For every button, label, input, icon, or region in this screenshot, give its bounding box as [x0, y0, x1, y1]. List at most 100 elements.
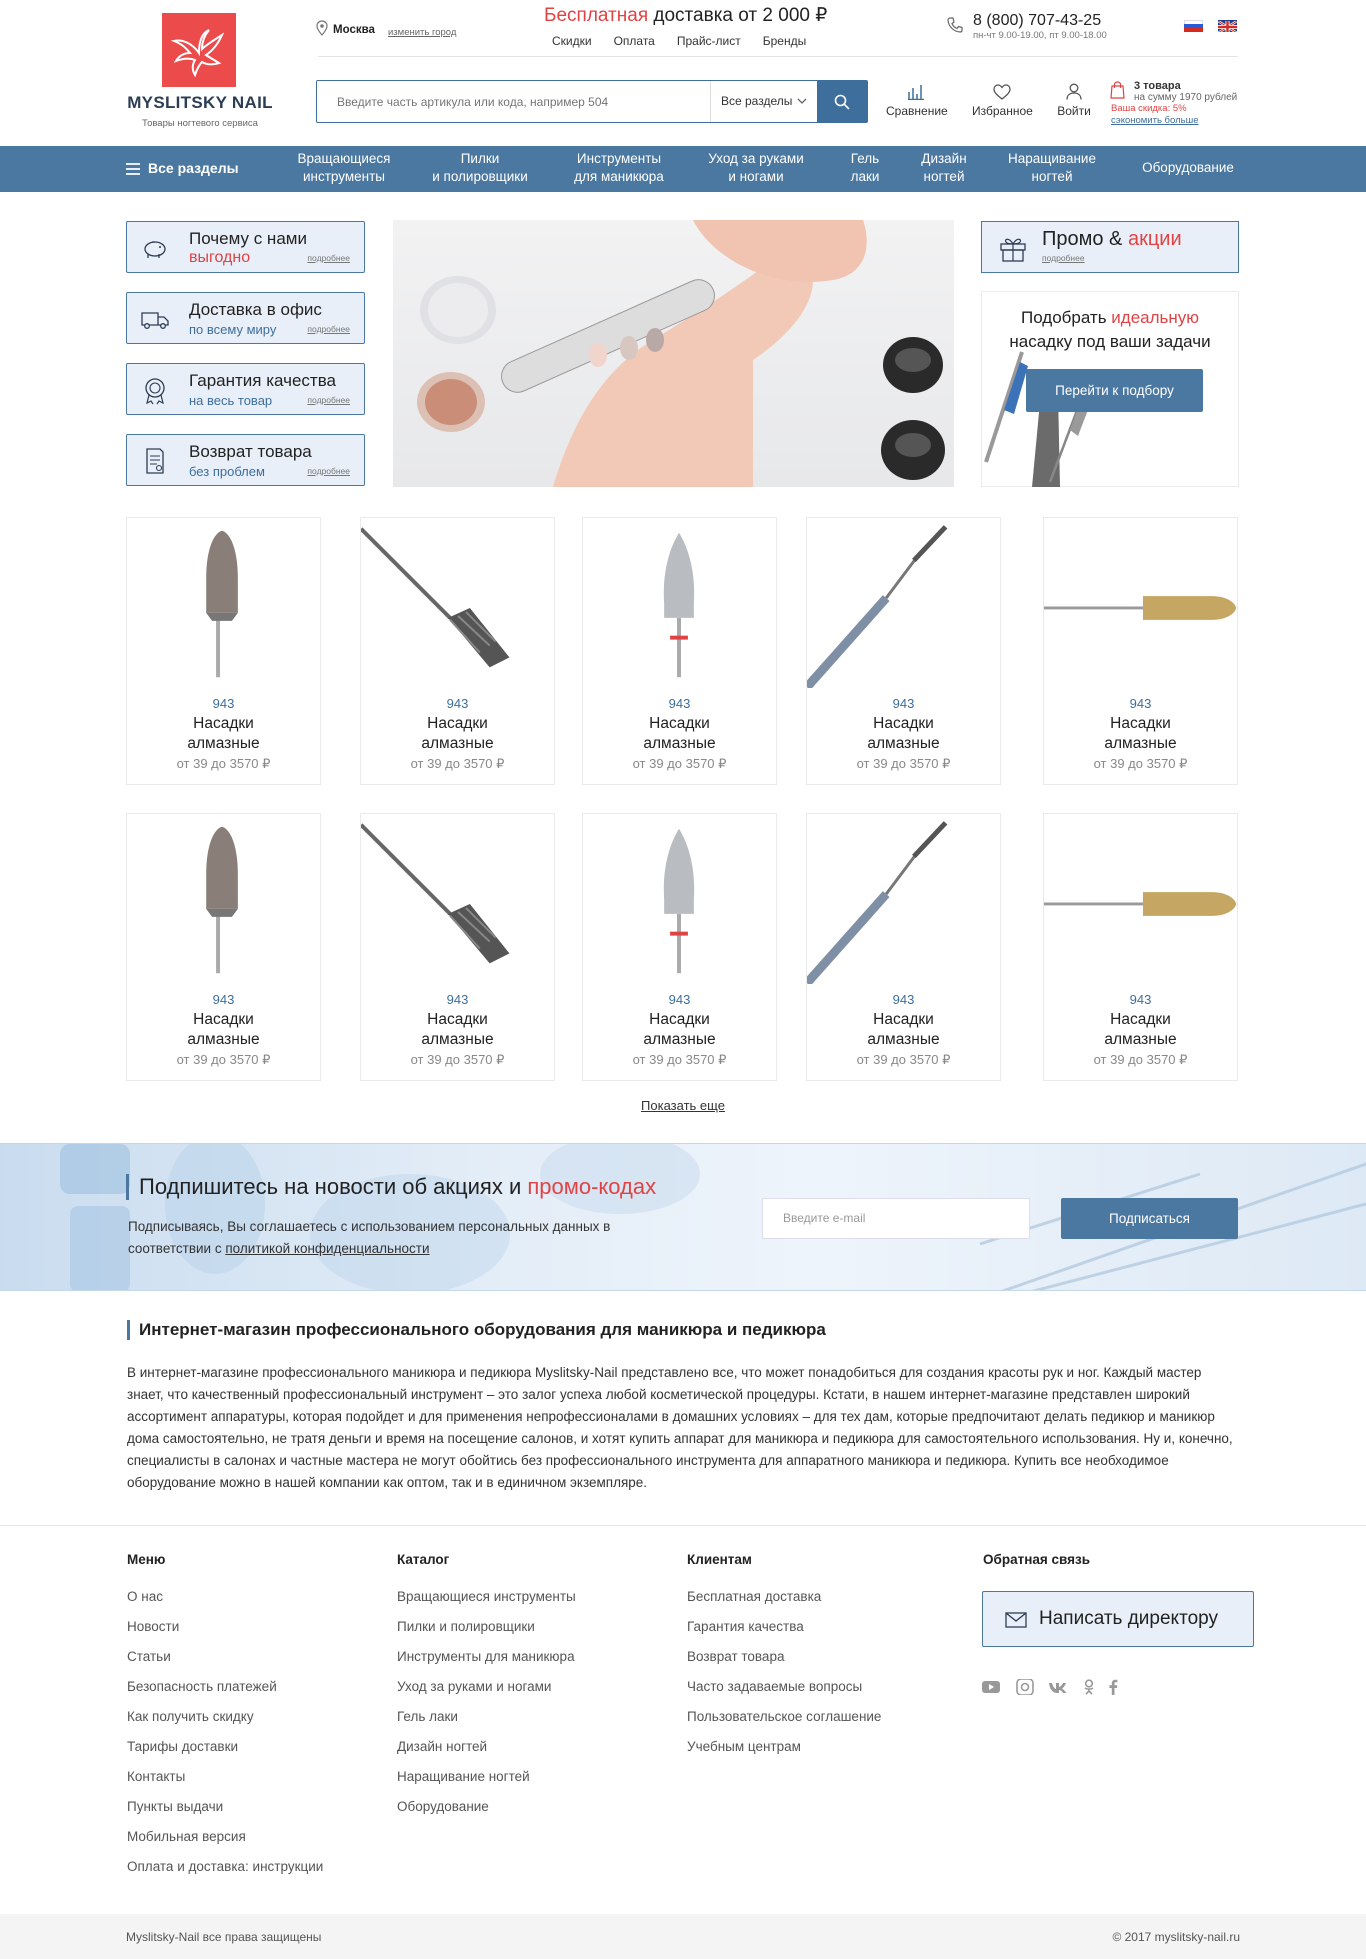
shopping-bag-icon[interactable]	[1110, 81, 1125, 99]
show-more-link[interactable]: Показать еще	[0, 1098, 1366, 1113]
benefit-more-link[interactable]: подробнее	[307, 324, 350, 334]
promo-more-link[interactable]: подробнее	[1042, 253, 1085, 263]
footer-menu-link[interactable]: Новости	[127, 1619, 323, 1649]
product-name[interactable]: Насадки алмазные	[583, 714, 776, 754]
section-select[interactable]: Все разделы	[710, 81, 817, 122]
russian-flag-icon[interactable]	[1184, 20, 1203, 32]
product-name[interactable]: Насадки алмазные	[1044, 714, 1237, 754]
go-to-picker-button[interactable]: Перейти к подбору	[1026, 369, 1203, 412]
product-card[interactable]: 943 Насадки алмазные от 39 до 3570 ₽	[360, 813, 555, 1081]
product-card[interactable]: 943 Насадки алмазные от 39 до 3570 ₽	[126, 813, 321, 1081]
top-link-payment[interactable]: Оплата	[614, 34, 655, 48]
footer-clients-link[interactable]: Возврат товара	[687, 1649, 881, 1679]
product-name[interactable]: Насадки алмазные	[1044, 1010, 1237, 1050]
compare-icon	[908, 85, 924, 100]
footer-catalog-link[interactable]: Гель лаки	[397, 1709, 576, 1739]
product-card[interactable]: 943 Насадки алмазные от 39 до 3570 ₽	[360, 517, 555, 785]
top-link-brands[interactable]: Бренды	[763, 34, 806, 48]
promo-actions-block[interactable]: Промо & акции подробнее	[981, 221, 1239, 273]
footer-catalog-link[interactable]: Оборудование	[397, 1799, 576, 1829]
product-card[interactable]: 943 Насадки алмазные от 39 до 3570 ₽	[1043, 813, 1238, 1081]
benefit-subtitle: без проблем	[189, 464, 265, 479]
footer-menu-link[interactable]: Оплата и доставка: инструкции	[127, 1859, 323, 1889]
footer-catalog-link[interactable]: Вращающиеся инструменты	[397, 1589, 576, 1619]
benefit-delivery[interactable]: Доставка в офис по всему миру подробнее	[126, 292, 365, 344]
nav-item-nail-design[interactable]: Дизайн ногтей	[912, 150, 976, 186]
footer-clients-link[interactable]: Пользовательское соглашение	[687, 1709, 881, 1739]
nav-item-manicure-tools[interactable]: Инструменты для маникюра	[562, 150, 676, 186]
product-card[interactable]: 943 Насадки алмазные от 39 до 3570 ₽	[1043, 517, 1238, 785]
facebook-icon[interactable]	[1108, 1679, 1118, 1695]
footer-clients-link[interactable]: Учебным центрам	[687, 1739, 881, 1769]
nav-label-1: Инструменты	[576, 151, 662, 166]
footer-menu-link[interactable]: Мобильная версия	[127, 1829, 323, 1859]
footer-clients-link[interactable]: Бесплатная доставка	[687, 1589, 881, 1619]
product-name[interactable]: Насадки алмазные	[361, 714, 554, 754]
footer-catalog-link[interactable]: Наращивание ногтей	[397, 1769, 576, 1799]
product-card[interactable]: 943 Насадки алмазные от 39 до 3570 ₽	[582, 517, 777, 785]
footer-clients-link[interactable]: Часто задаваемые вопросы	[687, 1679, 881, 1709]
nav-item-gel-polish[interactable]: Гель лаки	[834, 150, 896, 186]
footer-menu-link[interactable]: Безопасность платежей	[127, 1679, 323, 1709]
hero-banner-image[interactable]	[393, 220, 954, 487]
benefit-return[interactable]: Возврат товара без проблем подробнее	[126, 434, 365, 486]
product-name[interactable]: Насадки алмазные	[583, 1010, 776, 1050]
top-link-discounts[interactable]: Скидки	[552, 34, 592, 48]
nav-item-files[interactable]: Пилки и полировщики	[420, 150, 540, 186]
top-link-pricelist[interactable]: Прайс-лист	[677, 34, 741, 48]
cart-summary[interactable]: 3 товара на сумму 1970 рублей	[1134, 80, 1237, 104]
benefit-more-link[interactable]: подробнее	[307, 466, 350, 476]
vk-icon[interactable]	[1048, 1679, 1070, 1695]
change-city-link[interactable]: изменить город	[388, 27, 456, 38]
product-price: от 39 до 3570 ₽	[632, 1052, 727, 1067]
phone-number[interactable]: 8 (800) 707-43-25	[973, 12, 1101, 30]
footer-divider	[0, 1525, 1366, 1526]
nav-item-hand-care[interactable]: Уход за руками и ногами	[697, 150, 815, 186]
favorites-button[interactable]: Избранное	[972, 80, 1033, 118]
product-card[interactable]: 943 Насадки алмазные от 39 до 3570 ₽	[126, 517, 321, 785]
product-name[interactable]: Насадки алмазные	[361, 1010, 554, 1050]
footer-menu-link[interactable]: О нас	[127, 1589, 323, 1619]
benefit-profitable[interactable]: Почему с нами выгодно подробнее	[126, 221, 365, 273]
footer-menu-link[interactable]: Статьи	[127, 1649, 323, 1679]
product-name[interactable]: Насадки алмазные	[807, 714, 1000, 754]
footer-catalog-link[interactable]: Уход за руками и ногами	[397, 1679, 576, 1709]
footer-menu-link[interactable]: Тарифы доставки	[127, 1739, 323, 1769]
footer-clients-link[interactable]: Гарантия качества	[687, 1619, 881, 1649]
footer-menu-link[interactable]: Как получить скидку	[127, 1709, 323, 1739]
nav-item-rotary[interactable]: Вращающиеся инструменты	[288, 150, 400, 186]
logo-mark[interactable]	[162, 13, 236, 87]
benefit-more-link[interactable]: подробнее	[307, 395, 350, 405]
odnoklassniki-icon[interactable]	[1082, 1679, 1096, 1695]
privacy-policy-link[interactable]: политикой конфиденциальности	[225, 1241, 429, 1256]
email-input[interactable]: Введите e-mail	[762, 1198, 1030, 1239]
search-button[interactable]	[817, 81, 867, 122]
subscribe-button[interactable]: Подписаться	[1061, 1198, 1238, 1239]
product-card[interactable]: 943 Насадки алмазные от 39 до 3570 ₽	[806, 813, 1001, 1081]
save-more-link[interactable]: сэкономить больше	[1111, 115, 1198, 127]
login-button[interactable]: Войти	[1044, 80, 1104, 118]
uk-flag-icon[interactable]	[1218, 20, 1237, 32]
search-input[interactable]	[317, 81, 709, 122]
product-name[interactable]: Насадки алмазные	[127, 714, 320, 754]
nav-all-sections[interactable]: Все разделы	[126, 160, 239, 176]
nav-item-equipment[interactable]: Оборудование	[1132, 159, 1244, 177]
product-image	[663, 532, 695, 678]
logo-tagline: Товары ногтевого сервиса	[142, 118, 258, 129]
nav-item-extension[interactable]: Наращивание ногтей	[994, 150, 1110, 186]
footer-menu-link[interactable]: Контакты	[127, 1769, 323, 1799]
product-card[interactable]: 943 Насадки алмазные от 39 до 3570 ₽	[806, 517, 1001, 785]
product-name[interactable]: Насадки алмазные	[127, 1010, 320, 1050]
footer-menu-link[interactable]: Пункты выдачи	[127, 1799, 323, 1829]
write-director-button[interactable]: Написать директору	[982, 1591, 1254, 1647]
product-card[interactable]: 943 Насадки алмазные от 39 до 3570 ₽	[582, 813, 777, 1081]
benefit-more-link[interactable]: подробнее	[307, 253, 350, 263]
product-name[interactable]: Насадки алмазные	[807, 1010, 1000, 1050]
youtube-icon[interactable]	[982, 1679, 1000, 1695]
benefit-quality[interactable]: Гарантия качества на весь товар подробне…	[126, 363, 365, 415]
footer-catalog-link[interactable]: Дизайн ногтей	[397, 1739, 576, 1769]
footer-catalog-link[interactable]: Инструменты для маникюра	[397, 1649, 576, 1679]
footer-catalog-link[interactable]: Пилки и полировщики	[397, 1619, 576, 1649]
instagram-icon[interactable]	[1016, 1679, 1034, 1695]
compare-button[interactable]: Сравнение	[886, 80, 948, 118]
